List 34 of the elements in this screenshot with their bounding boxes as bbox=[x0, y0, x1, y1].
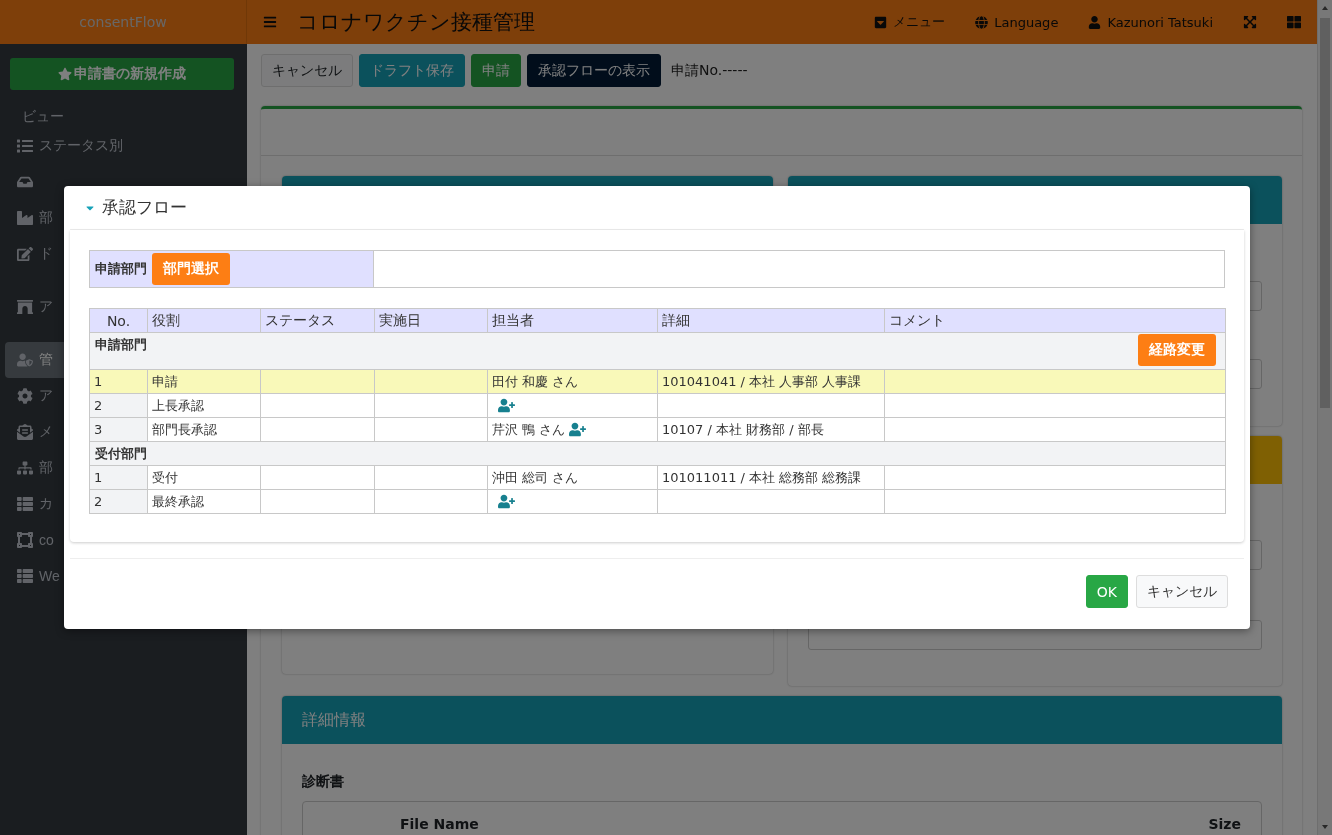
column-header: コメント bbox=[884, 308, 1226, 333]
table-cell: 101011011 / 本社 総務部 総務課 bbox=[657, 465, 885, 490]
panel-title: 詳細情報 bbox=[302, 709, 366, 731]
assignee-name: 沖田 総司 さん bbox=[492, 468, 579, 487]
section-title: 診断書 bbox=[302, 773, 345, 791]
dialog-title: 承認フロー bbox=[102, 196, 187, 219]
table-cell: 部門長承認 bbox=[147, 417, 261, 442]
table-cell: 2 bbox=[89, 489, 148, 514]
group-name: 受付部門 bbox=[95, 445, 147, 463]
group-name: 申請部門 bbox=[95, 336, 147, 354]
column-header: 実施日 bbox=[374, 308, 488, 333]
table-cell: 1 bbox=[89, 369, 148, 394]
table-cell: 10107 / 本社 財務部 / 部長 bbox=[657, 417, 885, 442]
column-header: 担当者 bbox=[487, 308, 658, 333]
assignee-name: 田付 和慶 さん bbox=[492, 372, 579, 391]
column-header: No. bbox=[89, 308, 148, 333]
table-cell: 101041041 / 本社 人事部 人事課 bbox=[657, 369, 885, 394]
column-header: 役割 bbox=[147, 308, 261, 333]
application-number: 申請No.----- bbox=[671, 61, 748, 80]
table-cell: 1 bbox=[89, 465, 148, 490]
column-header: ステータス bbox=[260, 308, 375, 333]
table-cell: 受付 bbox=[147, 465, 261, 490]
assignee-name: 芹沢 鴨 さん bbox=[492, 420, 566, 439]
page-title: コロナワクチン接種管理 bbox=[297, 9, 535, 36]
section-heading: ビュー bbox=[22, 108, 65, 126]
department-label: 申請部門 bbox=[95, 260, 147, 278]
column-header: Size bbox=[1208, 816, 1241, 834]
table-cell: 3 bbox=[89, 417, 148, 442]
table-cell: 2 bbox=[89, 393, 148, 418]
column-header: 詳細 bbox=[657, 308, 885, 333]
column-header: File Name bbox=[400, 816, 479, 834]
table-cell: 申請 bbox=[147, 369, 261, 394]
table-cell: 上長承認 bbox=[147, 393, 261, 418]
table-cell: 最終承認 bbox=[147, 489, 261, 514]
